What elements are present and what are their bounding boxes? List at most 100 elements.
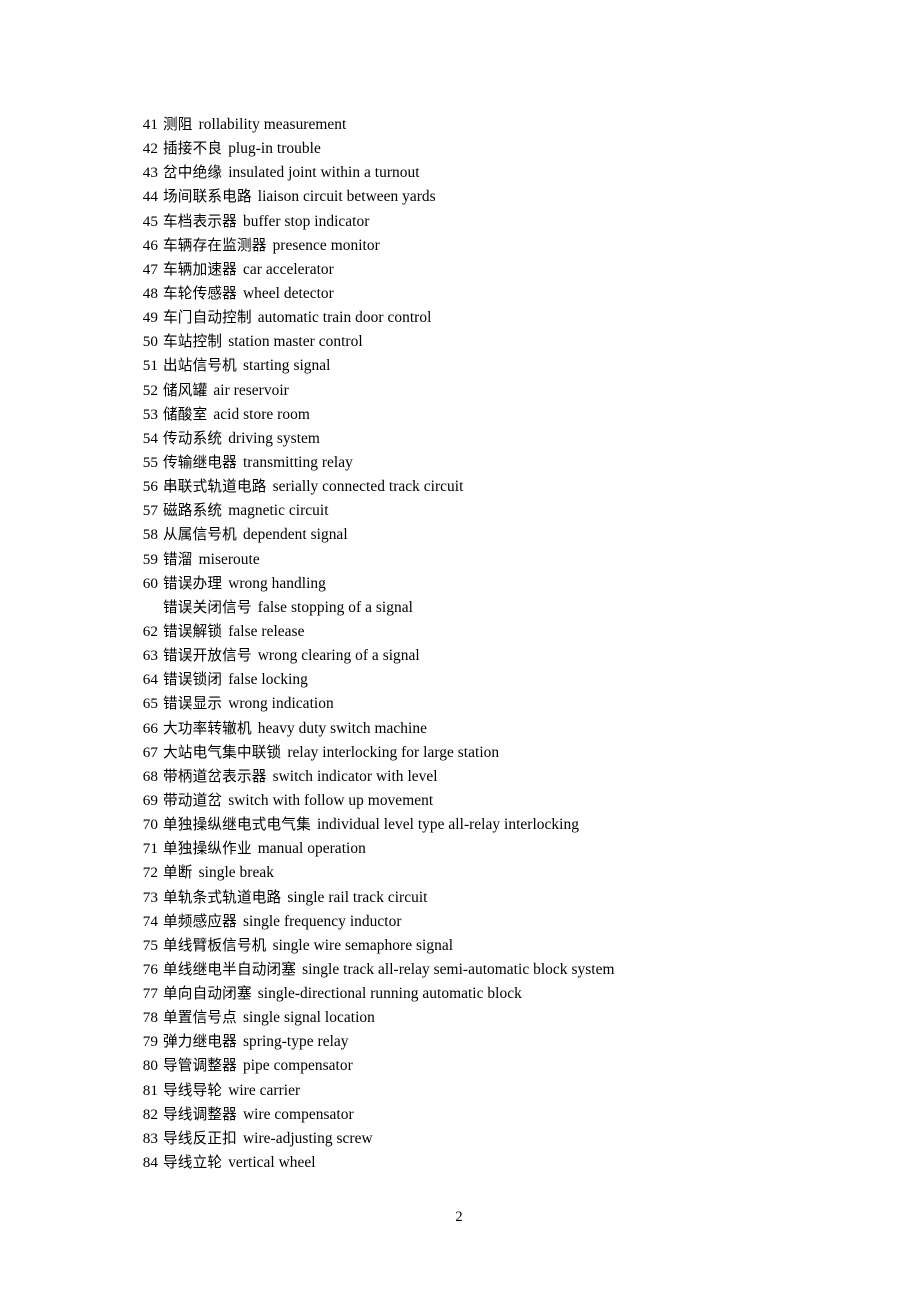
entry-number: 63 xyxy=(142,647,158,665)
glossary-entry: 45 车档表示器 buffer stop indicator xyxy=(137,210,837,234)
glossary-entry: 55 传输继电器 transmitting relay xyxy=(137,451,837,475)
glossary-entry: 67 大站电气集中联锁 relay interlocking for large s… xyxy=(137,741,837,765)
entry-number: 77 xyxy=(142,985,158,1003)
glossary-entry: 81 导线导轮 wire carrier xyxy=(137,1079,837,1103)
entry-term-english: acid store room xyxy=(213,405,310,423)
entry-term-chinese: 单独操纵作业 xyxy=(163,840,252,858)
entry-number: 47 xyxy=(142,260,158,278)
entry-term-english: wire carrier xyxy=(228,1081,301,1099)
glossary-entry: 65 错误显示 wrong indication xyxy=(137,692,837,716)
entry-number: 73 xyxy=(142,888,158,906)
entry-term-english: rollability measurement xyxy=(198,116,347,133)
entry-term-english: wire compensator xyxy=(242,1105,354,1123)
glossary-entry: 42 插接不良 plug-in trouble xyxy=(137,137,837,161)
entry-term-english: magnetic circuit xyxy=(228,502,329,520)
glossary-entry: 83 导线反正扣 wire-adjusting screw xyxy=(137,1127,837,1151)
glossary-entry: 72 单断 single break xyxy=(137,861,837,885)
entry-term-chinese: 串联式轨道电路 xyxy=(163,478,267,496)
entry-term-english: switch indicator with level xyxy=(272,767,438,785)
entry-term-chinese: 错误办理 xyxy=(163,574,223,592)
entry-term-english: wrong indication xyxy=(228,695,334,713)
entry-number: 59 xyxy=(142,550,158,568)
entry-term-english: wire-adjusting screw xyxy=(242,1129,373,1147)
glossary-entry-list: 41 测阻 rollability measurement 42 插接不良 plug-in… xyxy=(137,113,837,1175)
entry-term-english: individual level type all-relay interloc… xyxy=(316,816,579,834)
entry-term-english: insulated joint within a turnout xyxy=(228,164,420,182)
entry-term-chinese: 插接不良 xyxy=(163,140,223,158)
page-number: 2 xyxy=(455,1209,463,1225)
entry-term-chinese: 单线继电半自动闭塞 xyxy=(163,960,297,978)
glossary-entry: 74 单频感应器 single frequency inductor xyxy=(137,910,837,934)
entry-term-chinese: 传输继电器 xyxy=(163,453,237,471)
entry-number: 44 xyxy=(142,188,158,206)
entry-term-chinese: 错误关闭信号 xyxy=(163,598,252,616)
entry-term-chinese: 磁路系统 xyxy=(163,502,223,520)
entry-number: 62 xyxy=(142,622,158,640)
entry-term-english: wheel detector xyxy=(242,284,334,302)
entry-term-chinese: 出站信号机 xyxy=(163,357,237,375)
entry-term-english: transmitting relay xyxy=(242,453,353,471)
entry-number: 56 xyxy=(142,478,158,496)
entry-term-chinese: 从属信号机 xyxy=(163,526,237,544)
page-footer: 2 xyxy=(0,1208,920,1226)
entry-term-chinese: 导管调整器 xyxy=(163,1057,237,1075)
entry-number: 51 xyxy=(142,357,158,375)
glossary-entry: 52 储风罐 air reservoir xyxy=(137,379,837,403)
entry-number: 42 xyxy=(142,140,158,158)
entry-term-chinese: 场间联系电路 xyxy=(163,188,252,206)
glossary-entry: 77 单向自动闭塞 single-directional running autom… xyxy=(137,982,837,1006)
entry-number: 82 xyxy=(142,1105,158,1123)
entry-term-chinese: 错误解锁 xyxy=(163,622,223,640)
entry-term-chinese: 车轮传感器 xyxy=(163,284,237,302)
glossary-entry: 56 串联式轨道电路 serially connected track circui… xyxy=(137,475,837,499)
glossary-entry: 48 车轮传感器 wheel detector xyxy=(137,282,837,306)
glossary-entry: 79 弹力继电器 spring-type relay xyxy=(137,1030,837,1054)
entry-term-english: dependent signal xyxy=(242,526,348,544)
entry-term-chinese: 单频感应器 xyxy=(163,912,237,930)
entry-term-english: air reservoir xyxy=(213,381,289,399)
entry-term-english: automatic train door control xyxy=(257,309,432,327)
glossary-entry: 49 车门自动控制 automatic train door control xyxy=(137,306,837,330)
entry-number: 72 xyxy=(142,864,158,882)
glossary-entry: 47 车辆加速器 car accelerator xyxy=(137,258,837,282)
glossary-entry: 75 单线臂板信号机 single wire semaphore signal xyxy=(137,934,837,958)
entry-number: 70 xyxy=(142,816,158,834)
entry-term-chinese: 车辆加速器 xyxy=(163,260,237,278)
entry-term-english: miseroute xyxy=(198,550,260,568)
entry-term-english: manual operation xyxy=(257,840,366,858)
entry-number: 75 xyxy=(142,936,158,954)
entry-term-english: switch with follow up movement xyxy=(228,791,434,809)
glossary-entry: 69 带动道岔 switch with follow up movement xyxy=(137,789,837,813)
entry-term-chinese: 测阻 xyxy=(163,116,193,133)
entry-number: 65 xyxy=(142,695,158,713)
glossary-entry: 84 导线立轮 vertical wheel xyxy=(137,1151,837,1175)
entry-number: 83 xyxy=(142,1129,158,1147)
entry-term-chinese: 导线导轮 xyxy=(163,1081,223,1099)
entry-term-chinese: 错误开放信号 xyxy=(163,647,252,665)
glossary-entry: 41 测阻 rollability measurement xyxy=(137,113,837,137)
entry-number: 64 xyxy=(142,671,158,689)
entry-term-chinese: 车档表示器 xyxy=(163,212,237,230)
entry-term-english: single rail track circuit xyxy=(287,888,428,906)
entry-term-english: single break xyxy=(198,864,274,882)
entry-term-english: single wire semaphore signal xyxy=(272,936,454,954)
entry-term-english: relay interlocking for large station xyxy=(287,743,500,761)
entry-term-english: presence monitor xyxy=(272,236,380,254)
glossary-entry: 62 错误解锁 false release xyxy=(137,620,837,644)
entry-term-chinese: 弹力继电器 xyxy=(163,1033,237,1051)
glossary-entry: 51 出站信号机 starting signal xyxy=(137,354,837,378)
entry-term-english: false release xyxy=(228,622,305,640)
entry-term-chinese: 带动道岔 xyxy=(163,791,223,809)
entry-term-chinese: 大功率转辙机 xyxy=(163,719,252,737)
entry-term-chinese: 导线反正扣 xyxy=(163,1129,237,1147)
entry-number: 60 xyxy=(142,574,158,592)
entry-number: 45 xyxy=(142,212,158,230)
entry-number: 68 xyxy=(142,767,158,785)
entry-term-chinese: 导线调整器 xyxy=(163,1105,237,1123)
entry-term-chinese: 错误锁闭 xyxy=(163,671,223,689)
glossary-entry: 78 单置信号点 single signal location xyxy=(137,1006,837,1030)
entry-term-english: vertical wheel xyxy=(228,1154,316,1172)
glossary-entry: 44 场间联系电路 liaison circuit between yards xyxy=(137,185,837,209)
entry-number: 69 xyxy=(142,791,158,809)
entry-term-chinese: 车站控制 xyxy=(163,333,223,351)
